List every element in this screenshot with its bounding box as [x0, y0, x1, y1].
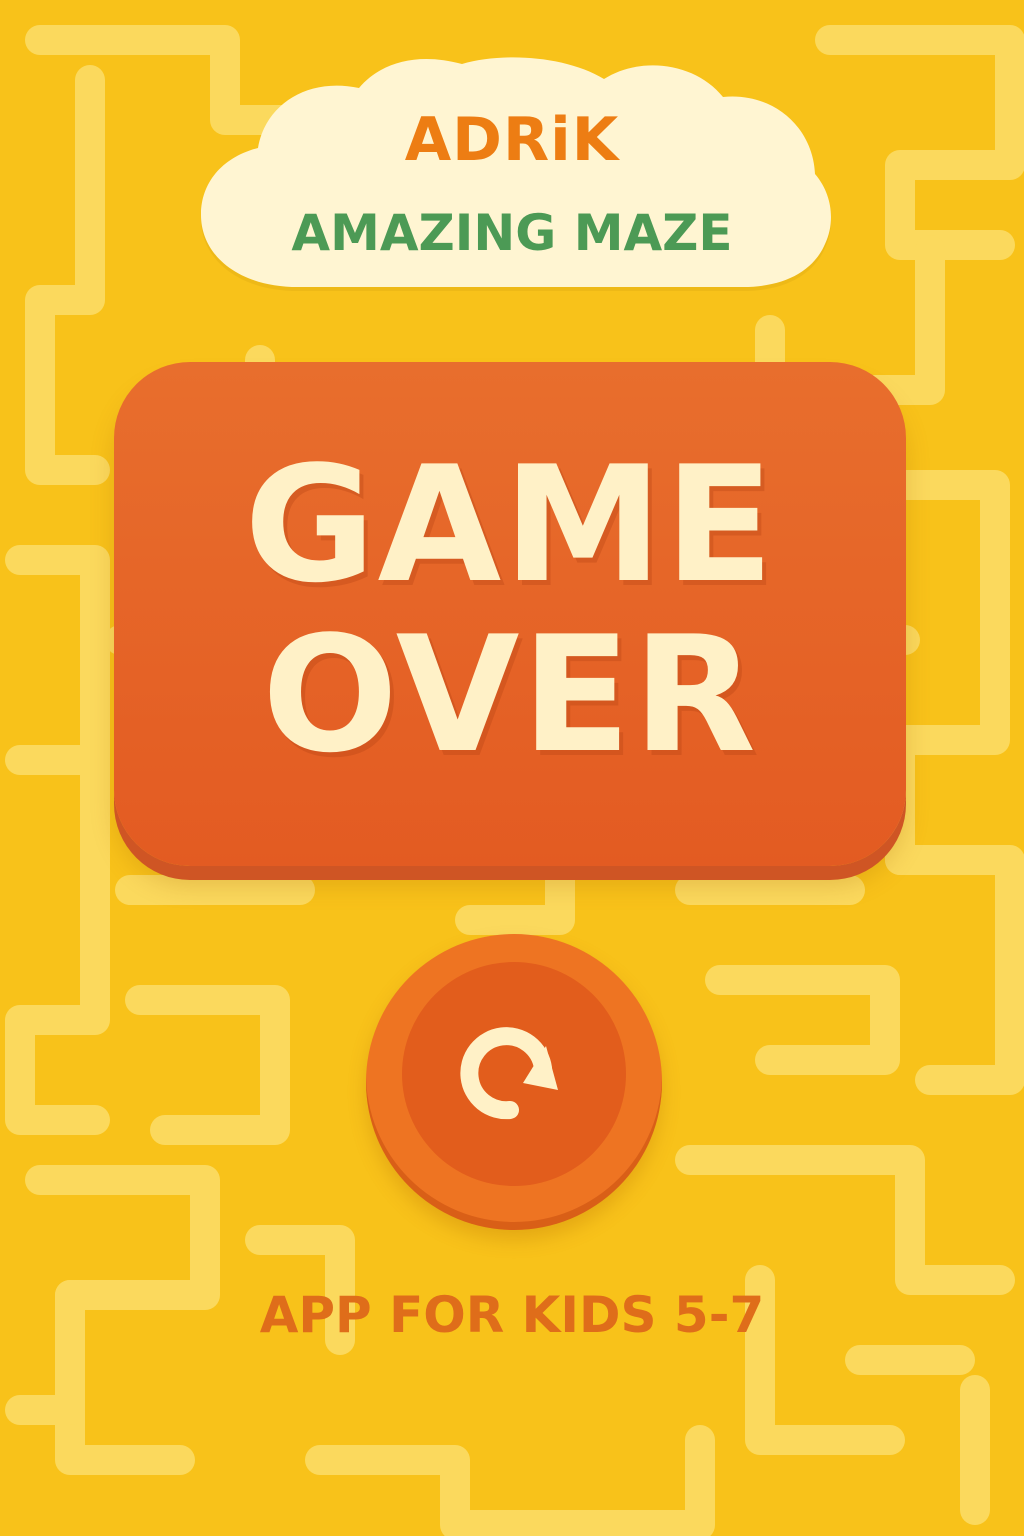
- game-over-panel: GAME OVER: [114, 362, 906, 866]
- replay-button[interactable]: [366, 934, 662, 1230]
- app-title-subtitle: AMAZING MAZE: [291, 204, 733, 262]
- age-range-label: APP FOR KIDS 5-7: [259, 1286, 765, 1344]
- replay-icon: [460, 1027, 558, 1120]
- replay-button-inner: [402, 962, 626, 1186]
- app-title-card: ADRiK AMAZING MAZE: [183, 52, 841, 320]
- title-cloud-shape: [201, 57, 831, 287]
- app-title-name: ADRiK: [404, 105, 620, 175]
- game-over-label: GAME OVER: [244, 431, 776, 788]
- game-over-screen: ADRiK AMAZING MAZE GAME OVER APP FOR KID…: [0, 0, 1024, 1536]
